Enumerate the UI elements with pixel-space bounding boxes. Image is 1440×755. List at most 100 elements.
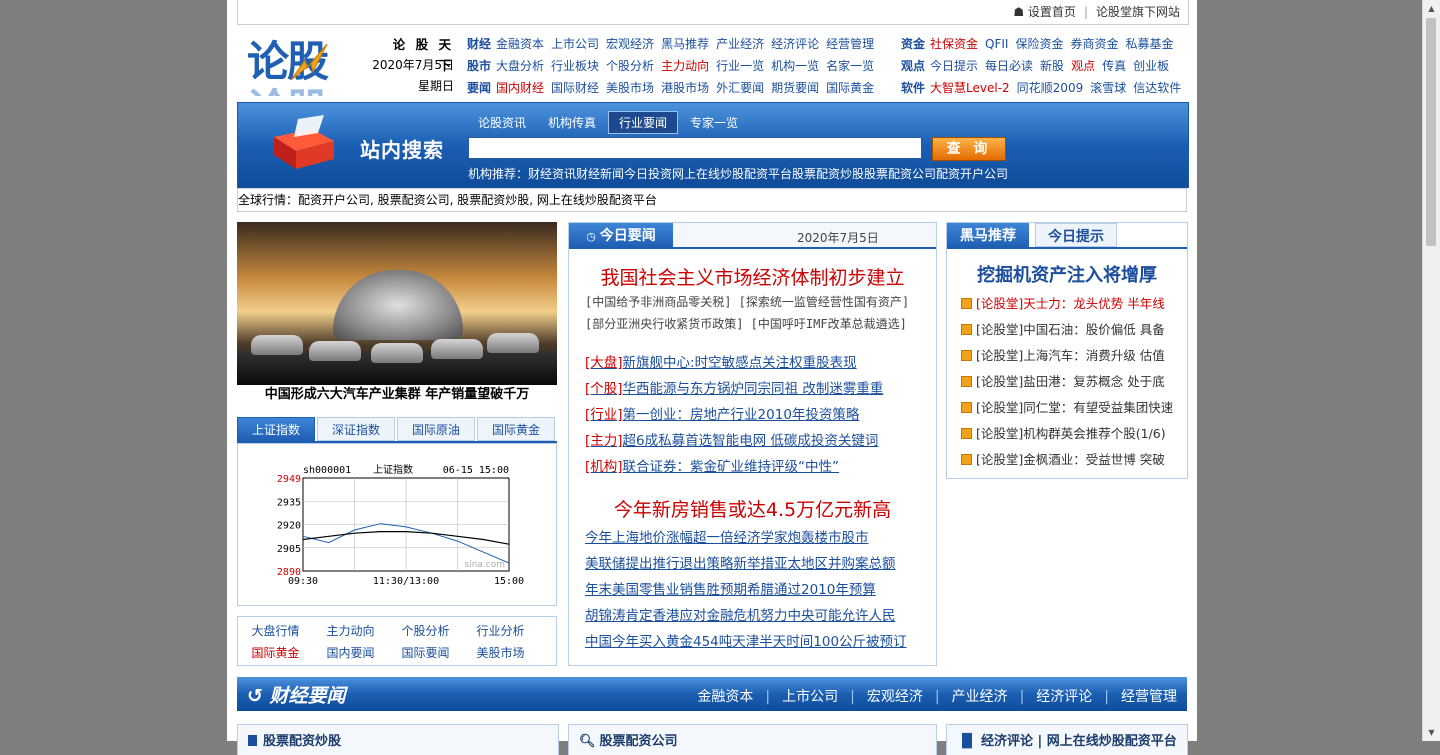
nav-link[interactable]: 行业一览	[716, 59, 764, 73]
nav-link[interactable]: 经济评论	[771, 37, 819, 51]
search-tab[interactable]: 论股资讯	[468, 112, 536, 133]
dark-horse-item[interactable]: [论股堂]天士力：龙头优势 半年线	[961, 293, 1165, 312]
nav-link[interactable]: 港股市场	[661, 81, 709, 95]
nav-link[interactable]: 新股	[1040, 59, 1064, 73]
section-link[interactable]: 金融资本	[697, 689, 753, 705]
nav-link[interactable]: 国内财经	[496, 81, 544, 95]
quick-link[interactable]: 美股市场	[463, 642, 538, 664]
sites-link[interactable]: 论股堂旗下网站	[1088, 5, 1188, 19]
search-tab[interactable]: 专家一览	[680, 112, 748, 133]
scroll-down-icon[interactable]: ▼	[1423, 724, 1440, 741]
feature-photo[interactable]	[237, 222, 557, 385]
nav-link[interactable]: 个股分析	[606, 59, 654, 73]
news-item[interactable]: 美联储提出推行退出策略新举措亚太地区并购案总额	[585, 552, 896, 572]
nav-link[interactable]: 国际财经	[551, 81, 599, 95]
nav-group-heading[interactable]: 资金	[901, 37, 925, 51]
search-button[interactable]: 查 询	[932, 137, 1006, 161]
quick-link[interactable]: 大盘行情	[238, 620, 313, 642]
nav-link[interactable]: 国际黄金	[826, 81, 874, 95]
nav-link[interactable]: 社保资金	[930, 37, 978, 51]
quick-link[interactable]: 主力动向	[313, 620, 388, 642]
nav-group-heading[interactable]: 要闻	[467, 81, 491, 95]
news-item[interactable]: [个股]华西能源与东方锅炉同宗同祖 改制迷雾重重	[585, 377, 883, 397]
section-link[interactable]: 产业经济	[952, 689, 1008, 705]
nav-link[interactable]: 宏观经济	[606, 37, 654, 51]
nav-link[interactable]: 每日必读	[985, 59, 1033, 73]
nav-link[interactable]: 私募基金	[1126, 37, 1174, 51]
quick-link[interactable]: 国际要闻	[388, 642, 463, 664]
nav-link[interactable]: 行业板块	[551, 59, 599, 73]
nav-group-heading[interactable]: 股市	[467, 59, 491, 73]
news-item[interactable]: [行业]第一创业：房地产行业2010年投资策略	[585, 403, 859, 423]
dark-horse-item[interactable]: [论股堂]上海汽车：消费升级 估值	[961, 345, 1165, 364]
photo-caption[interactable]: 中国形成六大汽车产业集群 年产销量望破千万	[237, 383, 557, 403]
news-item[interactable]: [大盘]新旗舰中心:时空敏感点关注权重股表现	[585, 351, 857, 371]
dark-horse-item[interactable]: [论股堂]中国石油：股价偏低 具备	[961, 319, 1165, 338]
nav-link[interactable]: 期货要闻	[771, 81, 819, 95]
nav-link[interactable]: 机构一览	[771, 59, 819, 73]
site-logo[interactable]: 论股 论股	[247, 32, 365, 96]
section-link[interactable]: 宏观经济	[867, 689, 923, 705]
nav-link[interactable]: 观点	[1071, 59, 1095, 73]
nav-group-heading[interactable]: 软件	[901, 81, 925, 95]
news-headline[interactable]: 我国社会主义市场经济体制初步建立	[569, 263, 936, 290]
tab-dark-horse[interactable]: 黑马推荐	[947, 223, 1029, 247]
dark-horse-item[interactable]: [论股堂]金枫酒业：受益世博 突破	[961, 449, 1165, 468]
nav-group-heading[interactable]: 财经	[467, 37, 491, 51]
section-link[interactable]: 经济评论	[1036, 689, 1092, 705]
news-headline[interactable]: 今年新房销售或达4.5万亿元新高	[569, 495, 936, 522]
quick-link[interactable]: 国内要闻	[313, 642, 388, 664]
nav-link[interactable]: 保险资金	[1015, 37, 1063, 51]
market-ticker[interactable]: 全球行情：配资开户公司, 股票配资公司, 股票配资炒股, 网上在线炒股配资平台	[237, 188, 1187, 212]
search-tab[interactable]: 机构传真	[538, 112, 606, 133]
quick-link[interactable]: 个股分析	[388, 620, 463, 642]
search-tab[interactable]: 行业要闻	[608, 111, 679, 134]
news-tab[interactable]: ◷ 今日要闻	[569, 223, 673, 247]
news-item[interactable]: 年末美国零售业销售胜预期希腊通过2010年预算	[585, 578, 876, 598]
nav-link[interactable]: 美股市场	[606, 81, 654, 95]
news-item[interactable]: 中国今年买入黄金454吨天津半天时间100公斤被预订	[585, 630, 907, 650]
nav-link[interactable]: 外汇要闻	[716, 81, 764, 95]
nav-link[interactable]: 创业板	[1133, 59, 1169, 73]
dark-horse-item[interactable]: [论股堂]同仁堂：有望受益集团快速	[961, 397, 1173, 416]
nav-link[interactable]: 滚雪球	[1090, 81, 1126, 95]
recommend-line[interactable]: 机构推荐：财经资讯财经新闻今日投资网上在线炒股配资平台股票配资炒股股票配资公司配…	[468, 165, 1008, 182]
section-link[interactable]: 经营管理	[1121, 689, 1177, 705]
index-tab[interactable]: 国际原油	[397, 417, 475, 441]
nav-link[interactable]: 黑马推荐	[661, 37, 709, 51]
dark-horse-item[interactable]: [论股堂]机构群英会推荐个股(1/6)	[961, 423, 1166, 442]
quick-link[interactable]: 国际黄金	[238, 642, 313, 664]
set-home-link[interactable]: ☗ 设置首页	[1005, 5, 1084, 19]
nav-link[interactable]: 产业经济	[716, 37, 764, 51]
vertical-scrollbar[interactable]: ▲ ▼	[1422, 0, 1440, 741]
nav-link[interactable]: 今日提示	[930, 59, 978, 73]
nav-link[interactable]: 大智慧Level-2	[930, 81, 1010, 95]
nav-link[interactable]: 上市公司	[551, 37, 599, 51]
index-tab[interactable]: 上证指数	[237, 417, 315, 441]
dark-horse-item[interactable]: [论股堂]盐田港：复苏概念 处于底	[961, 371, 1165, 390]
scroll-up-icon[interactable]: ▲	[1423, 0, 1440, 17]
news-item[interactable]: [主力]超6成私募首选智能电网 低碳成投资关键词	[585, 429, 878, 449]
nav-link[interactable]: 名家一览	[826, 59, 874, 73]
dark-horse-headline[interactable]: 挖掘机资产注入将增厚	[947, 261, 1187, 287]
scroll-thumb[interactable]	[1426, 18, 1436, 246]
nav-link[interactable]: 金融资本	[496, 37, 544, 51]
news-item[interactable]: 今年上海地价涨幅超一倍经济学家炮轰楼市股市	[585, 526, 869, 546]
nav-link[interactable]: 大盘分析	[496, 59, 544, 73]
index-tab[interactable]: 国际黄金	[477, 417, 555, 441]
section-link[interactable]: 上市公司	[782, 689, 838, 705]
nav-link[interactable]: 同花顺2009	[1017, 81, 1084, 95]
nav-link[interactable]: 信达软件	[1133, 81, 1181, 95]
tab-today-tips[interactable]: 今日提示	[1035, 223, 1117, 247]
nav-link[interactable]: 经营管理	[826, 37, 874, 51]
nav-link[interactable]: 主力动向	[661, 59, 709, 73]
search-input[interactable]	[468, 137, 922, 159]
quick-link[interactable]: 行业分析	[463, 620, 538, 642]
index-tab[interactable]: 深证指数	[317, 417, 395, 441]
nav-link[interactable]: 券商资金	[1070, 37, 1118, 51]
nav-link[interactable]: QFII	[985, 37, 1008, 51]
news-item[interactable]: [机构]联合证券：紫金矿业维持评级“中性”	[585, 455, 839, 475]
nav-link[interactable]: 传真	[1102, 59, 1126, 73]
news-item[interactable]: 胡锦涛肯定香港应对金融危机努力中央可能允许人民	[585, 604, 896, 624]
news-subline[interactable]: [中国给予非洲商品零关税] [探索统一监管经营性国有资产]	[585, 293, 909, 310]
